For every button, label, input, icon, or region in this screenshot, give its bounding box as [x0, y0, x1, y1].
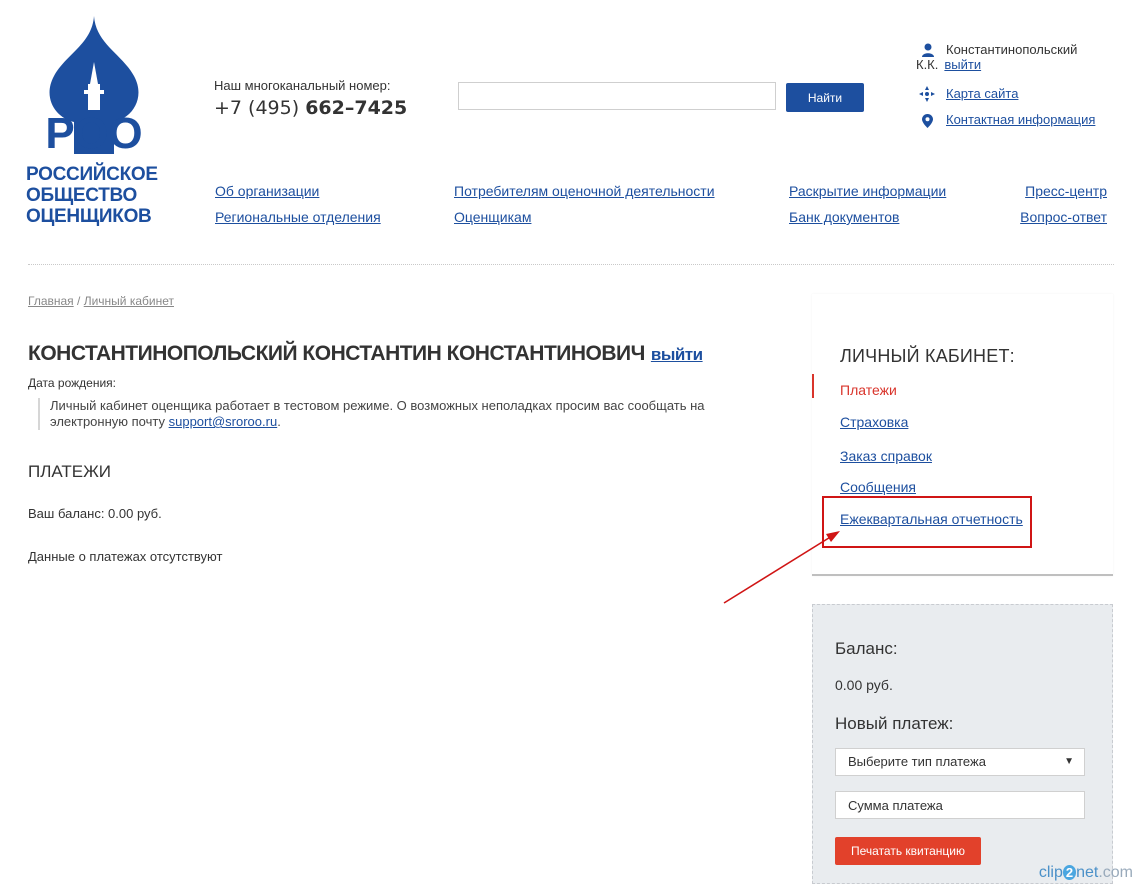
watermark-part: .com: [1098, 864, 1133, 881]
logo-line: РОССИЙСКОЕ: [26, 164, 158, 185]
sidebar-item-certificates[interactable]: Заказ справок: [840, 448, 932, 464]
nav-link[interactable]: Оценщикам: [454, 204, 715, 230]
user-panel: Константинопольский К.К. выйти Карта сайт…: [916, 42, 1126, 128]
sidebar-menu: ЛИЧНЫЙ КАБИНЕТ: Платежи Страховка Заказ …: [812, 294, 1113, 576]
nav-link[interactable]: Региональные отделения: [215, 204, 381, 230]
phone-number: +7 (495) 662–7425: [214, 97, 407, 119]
user-icon: [922, 43, 934, 57]
phone-prefix: +7 (495): [214, 97, 306, 119]
sidebar-title: ЛИЧНЫЙ КАБИНЕТ:: [840, 346, 1015, 366]
contact-row: Контактная информация: [916, 112, 1095, 128]
search-input[interactable]: [458, 82, 776, 110]
watermark-part: clip: [1038, 864, 1063, 881]
notice-end: .: [277, 414, 281, 429]
user-initials: К.К. выйти: [916, 57, 981, 72]
notice-text: Личный кабинет оценщика работает в тесто…: [50, 398, 705, 429]
user-exit-link[interactable]: выйти: [944, 57, 981, 72]
title-exit-link[interactable]: выйти: [651, 345, 703, 364]
search-button[interactable]: Найти: [786, 83, 864, 112]
sitemap-icon: [919, 86, 935, 102]
nav-link[interactable]: Вопрос-ответ: [1020, 204, 1107, 230]
breadcrumb: Главная / Личный кабинет: [28, 294, 174, 308]
logo[interactable]: РОО: [24, 14, 164, 156]
breadcrumb-current[interactable]: Личный кабинет: [84, 294, 174, 308]
nav-column-3: Раскрытие информации Банк документов: [789, 178, 946, 230]
payment-balance-label: Баланс:: [835, 639, 898, 658]
watermark-part: net: [1076, 864, 1099, 881]
nav-link[interactable]: Раскрытие информации: [789, 178, 946, 204]
new-payment-label: Новый платеж:: [835, 714, 954, 733]
payment-type-select[interactable]: Выберите тип платежа ▼: [835, 748, 1085, 776]
caret-down-icon: ▼: [1064, 756, 1074, 767]
sidebar-item-insurance[interactable]: Страховка: [840, 414, 908, 430]
payment-panel: Баланс: 0.00 руб. Новый платеж: Выберите…: [812, 604, 1113, 884]
breadcrumb-home[interactable]: Главная: [28, 294, 74, 308]
print-receipt-button[interactable]: Печатать квитанцию: [835, 837, 981, 865]
header-divider: [28, 264, 1114, 265]
breadcrumb-separator: /: [73, 294, 84, 308]
logo-line: ОЦЕНЩИКОВ: [26, 206, 152, 227]
user-row: Константинопольский К.К. выйти: [916, 42, 1126, 72]
phone-block: Наш многоканальный номер: +7 (495) 662–7…: [214, 78, 407, 119]
active-indicator: [812, 374, 814, 398]
nav-link[interactable]: Об организации: [215, 178, 381, 204]
no-payments-text: Данные о платежах отсутствуют: [28, 549, 223, 564]
annotation-highlight-box: [822, 496, 1032, 548]
user-initials-text: К.К.: [916, 57, 939, 72]
sitemap-link[interactable]: Карта сайта: [946, 86, 1018, 101]
notice-block: Личный кабинет оценщика работает в тесто…: [38, 398, 758, 430]
phone-main: 662–7425: [305, 97, 408, 119]
payment-amount-input[interactable]: [835, 791, 1085, 819]
nav-link[interactable]: Потребителям оценочной деятельности: [454, 178, 715, 204]
page-title-text: КОНСТАНТИНОПОЛЬСКИЙ КОНСТАНТИН КОНСТАНТИ…: [28, 342, 645, 365]
user-name: Константинопольский: [946, 42, 1078, 57]
phone-label: Наш многоканальный номер:: [214, 78, 391, 93]
payment-type-value: Выберите тип платежа: [848, 754, 986, 769]
support-email-link[interactable]: support@sroroo.ru: [169, 414, 278, 429]
watermark-part: 2: [1062, 865, 1077, 880]
payment-balance-value: 0.00 руб.: [835, 677, 893, 693]
nav-link[interactable]: Пресс-центр: [1020, 178, 1107, 204]
nav-column-2: Потребителям оценочной деятельности Оцен…: [454, 178, 715, 230]
watermark: clip 2 net.com: [1039, 864, 1133, 882]
logo-roo-icon: РОО: [45, 109, 142, 156]
nav-link[interactable]: Банк документов: [789, 204, 946, 230]
balance-text: Ваш баланс: 0.00 руб.: [28, 506, 162, 521]
page-title: КОНСТАНТИНОПОЛЬСКИЙ КОНСТАНТИН КОНСТАНТИ…: [28, 342, 703, 366]
sitemap-row: Карта сайта: [916, 86, 1018, 102]
birth-date-label: Дата рождения:: [28, 376, 116, 390]
location-pin-icon: [922, 114, 933, 128]
sidebar-item-payments[interactable]: Платежи: [840, 382, 897, 398]
contact-link[interactable]: Контактная информация: [946, 112, 1095, 127]
nav-column-4: Пресс-центр Вопрос-ответ: [1020, 178, 1107, 230]
logo-line: ОБЩЕСТВО: [26, 185, 137, 206]
svg-text:РОО: РОО: [45, 109, 142, 156]
nav-column-1: Об организации Региональные отделения: [215, 178, 381, 230]
logo-text: РОССИЙСКОЕ ОБЩЕСТВО ОЦЕНЩИКОВ: [26, 164, 158, 227]
section-heading: ПЛАТЕЖИ: [28, 462, 112, 481]
sidebar-item-messages[interactable]: Сообщения: [840, 479, 916, 495]
